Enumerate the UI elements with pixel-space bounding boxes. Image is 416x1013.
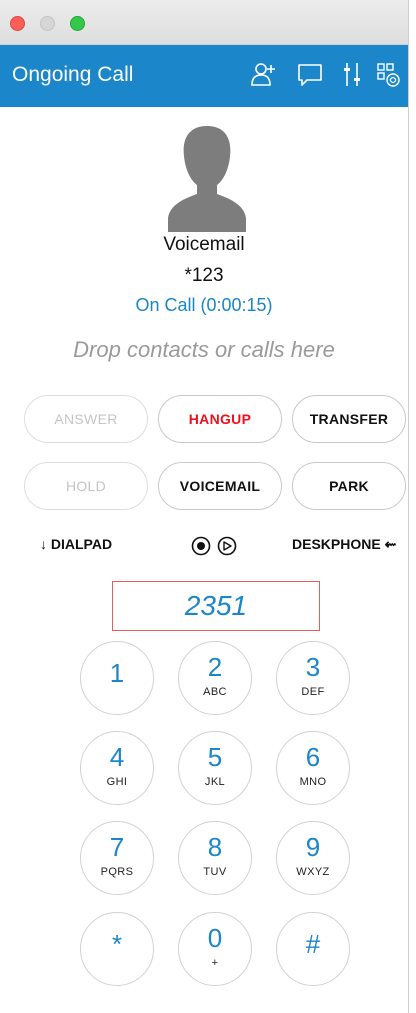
key-digit: 1 <box>109 658 125 688</box>
title-bar <box>0 0 408 45</box>
window-close-button[interactable] <box>10 16 25 31</box>
key-2[interactable]: 2 ABC <box>178 641 252 715</box>
key-digit: # <box>305 929 321 959</box>
key-digit: 9 <box>305 832 321 862</box>
window-zoom-button[interactable] <box>70 16 85 31</box>
key-letters: DEF <box>301 686 325 698</box>
key-digit: 3 <box>305 652 321 682</box>
key-hash[interactable]: # <box>276 912 350 986</box>
hangup-button[interactable]: HANGUP <box>158 395 282 443</box>
key-digit: 8 <box>207 832 223 862</box>
contact-name: Voicemail <box>163 234 245 255</box>
app-header: Ongoing Call <box>0 45 408 107</box>
park-button[interactable]: PARK <box>292 462 406 510</box>
chat-icon[interactable] <box>296 60 324 90</box>
hold-button[interactable]: HOLD <box>24 462 148 510</box>
audio-settings-icon[interactable] <box>338 60 366 90</box>
call-status: On Call (0:00:15) <box>135 295 273 315</box>
key-digit: 4 <box>109 742 125 772</box>
contact-number: *123 <box>184 265 224 286</box>
drop-zone[interactable]: Drop contacts or calls here <box>0 337 408 363</box>
dialpad-toggle[interactable]: ↓ DIALPAD <box>40 536 112 552</box>
qr-scan-icon[interactable] <box>376 60 404 90</box>
dial-input[interactable]: 2351 <box>112 581 320 631</box>
key-1[interactable]: 1 <box>80 641 154 715</box>
window-minimize-button[interactable] <box>40 16 55 31</box>
key-digit: 2 <box>207 652 223 682</box>
recording-controls <box>190 535 242 557</box>
key-0[interactable]: 0 + <box>178 912 252 986</box>
key-digit: 5 <box>207 742 223 772</box>
key-letters: ABC <box>203 686 227 698</box>
page-title: Ongoing Call <box>12 63 134 86</box>
add-contact-icon[interactable] <box>250 60 278 90</box>
key-digit: 0 <box>207 923 223 953</box>
key-star[interactable]: * <box>80 912 154 986</box>
voicemail-button[interactable]: VOICEMAIL <box>158 462 282 510</box>
record-icon[interactable] <box>191 536 211 556</box>
key-digit: 7 <box>109 832 125 862</box>
transfer-button[interactable]: TRANSFER <box>292 395 406 443</box>
key-digit: 6 <box>305 742 321 772</box>
play-icon[interactable] <box>217 536 237 556</box>
answer-button[interactable]: ANSWER <box>24 395 148 443</box>
key-digit: * <box>111 929 123 959</box>
person-silhouette-icon <box>166 122 248 234</box>
key-9[interactable]: 9 WXYZ <box>276 821 350 895</box>
call-window: Ongoing Call Voicemail *123 On Call (0:0… <box>0 0 409 1013</box>
key-letters: MNO <box>299 776 327 788</box>
key-6[interactable]: 6 MNO <box>276 731 350 805</box>
key-8[interactable]: 8 TUV <box>178 821 252 895</box>
key-7[interactable]: 7 PQRS <box>80 821 154 895</box>
key-letters: JKL <box>204 776 226 788</box>
key-letters: TUV <box>203 866 227 878</box>
key-3[interactable]: 3 DEF <box>276 641 350 715</box>
key-5[interactable]: 5 JKL <box>178 731 252 805</box>
key-letters: GHI <box>106 776 128 788</box>
key-letters: PQRS <box>100 866 134 878</box>
key-letters: + <box>211 957 219 969</box>
key-letters: WXYZ <box>296 866 330 878</box>
key-4[interactable]: 4 GHI <box>80 731 154 805</box>
deskphone-toggle[interactable]: DESKPHONE ⇜ <box>292 536 396 553</box>
